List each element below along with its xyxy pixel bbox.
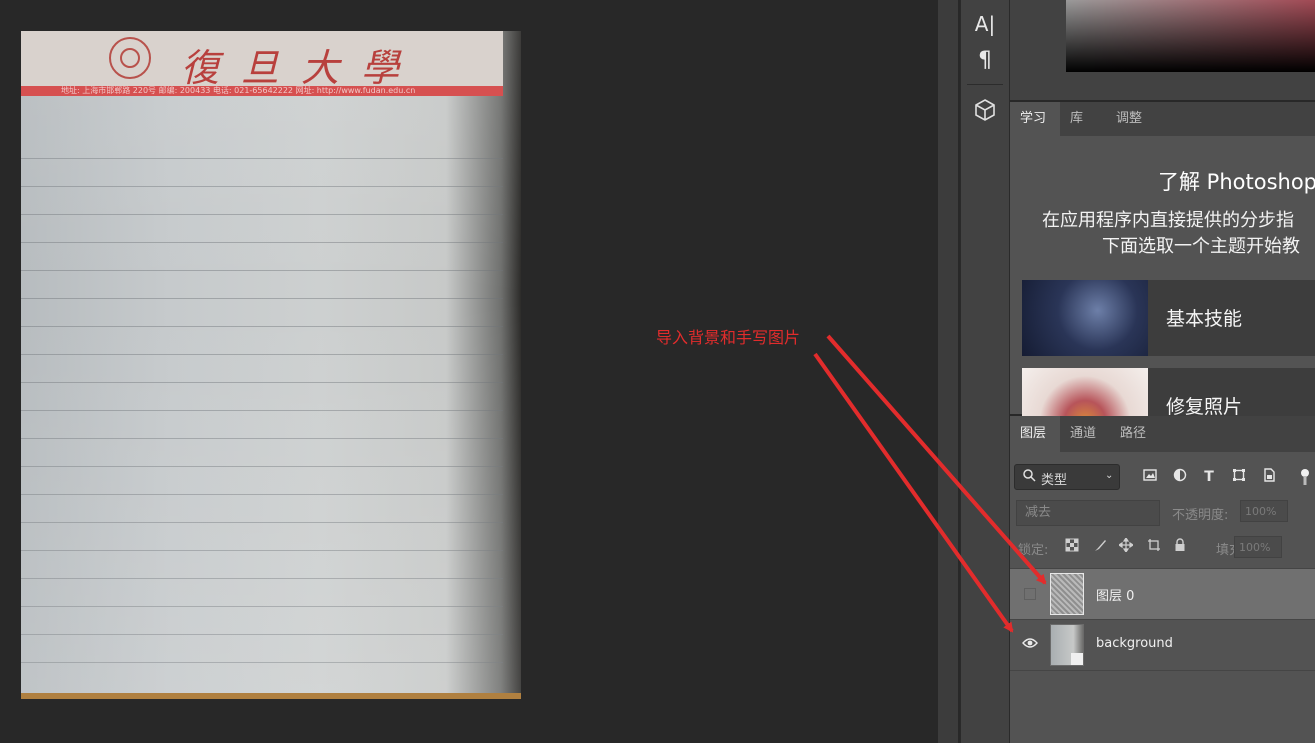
learn-description-line1: 在应用程序内直接提供的分步指 [1042,210,1294,231]
blend-row: 减去 不透明度: 100% [1016,500,1315,526]
lock-transparent-pixels-icon[interactable] [1064,538,1080,554]
layer-thumbnail [1050,624,1084,666]
lock-row: 锁定: 填充: 100% [1010,536,1315,560]
smart-object-badge-icon [1071,653,1083,665]
chevron-down-icon: ⌄ [1105,470,1114,481]
annotation-label: 导入背景和手写图片 [656,328,801,347]
learn-card-basic-skills[interactable]: 基本技能 [1022,280,1315,356]
learn-panel: 学习 库 调整 了解 Photoshop 在应用程序内直接提供的分步指 下面选取… [1010,102,1315,444]
lock-label: 锁定: [1018,543,1049,558]
adjustment-filter-icon[interactable] [1171,468,1189,486]
color-panel [1010,0,1315,100]
layer-row-layer0[interactable]: 图层 0 [1010,569,1315,619]
lock-image-pixels-icon[interactable] [1092,538,1108,554]
eye-icon[interactable] [1022,637,1038,653]
color-picker-field[interactable] [1066,0,1315,72]
3d-cube-icon[interactable] [961,98,1009,126]
tab-layers[interactable]: 图层 [1010,416,1060,452]
panel-dock-strip: A| ¶ [960,0,1010,743]
smart-object-filter-icon[interactable] [1260,468,1278,486]
visibility-toggle-off[interactable] [1024,588,1036,600]
filter-label: 类型 [1041,473,1068,488]
layer-name[interactable]: 图层 0 [1096,585,1134,604]
layer-filter-select[interactable]: 类型 ⌄ [1014,464,1120,490]
tab-paths[interactable]: 路径 [1110,416,1156,452]
tab-learn[interactable]: 学习 [1010,102,1060,136]
fill-input[interactable]: 100% [1234,536,1282,558]
document-canvas[interactable]: 復旦大學 地址: 上海市邯郸路 220号 邮编: 200433 电话: 021-… [0,0,936,743]
layers-tabbar: 图层 通道 路径 [1010,416,1315,452]
university-name: 復旦大學 [181,46,422,90]
letterhead: 復旦大學 [21,31,503,90]
image-filter-icon[interactable] [1141,468,1159,486]
shape-filter-icon[interactable] [1230,468,1248,486]
type-filter-icon[interactable]: T [1200,468,1218,486]
learn-tabbar: 学习 库 调整 [1010,102,1315,136]
letterhead-address: 地址: 上海市邯郸路 220号 邮编: 200433 电话: 021-65642… [61,86,416,95]
type-tool-icon[interactable]: A| [961,12,1009,36]
table-edge [21,693,521,699]
filter-toggle-icon[interactable] [1296,468,1314,486]
layer-row-background[interactable]: background [1010,620,1315,670]
layer-name[interactable]: background [1096,636,1173,651]
basic-skills-thumbnail [1022,280,1148,356]
learn-title: 了解 Photoshop [1158,170,1315,194]
opacity-input[interactable]: 100% [1240,500,1288,522]
university-seal-icon [109,37,151,79]
tools-strip [938,0,958,743]
lock-all-icon[interactable] [1172,538,1188,554]
paragraph-icon[interactable]: ¶ [961,48,1009,73]
letter-paper-image: 復旦大學 地址: 上海市邯郸路 220号 邮编: 200433 电话: 021-… [21,31,521,699]
lock-artboard-icon[interactable] [1146,538,1162,554]
tab-adjustments[interactable]: 调整 [1106,102,1152,136]
blend-mode-select[interactable]: 减去 [1016,500,1160,526]
card-label: 基本技能 [1166,308,1243,330]
tab-libraries[interactable]: 库 [1060,102,1093,136]
opacity-label: 不透明度: [1172,508,1229,523]
search-icon [1023,469,1036,486]
layer-thumbnail [1050,573,1084,615]
card-label: 修复照片 [1166,396,1243,418]
tab-channels[interactable]: 通道 [1060,416,1106,452]
lock-position-icon[interactable] [1117,536,1135,554]
learn-description-line2: 下面选取一个主题开始教 [1102,236,1300,257]
layers-panel: 图层 通道 路径 类型 ⌄ T 减去 不透明度: 100% 锁定: 填充: 10… [1010,416,1315,743]
